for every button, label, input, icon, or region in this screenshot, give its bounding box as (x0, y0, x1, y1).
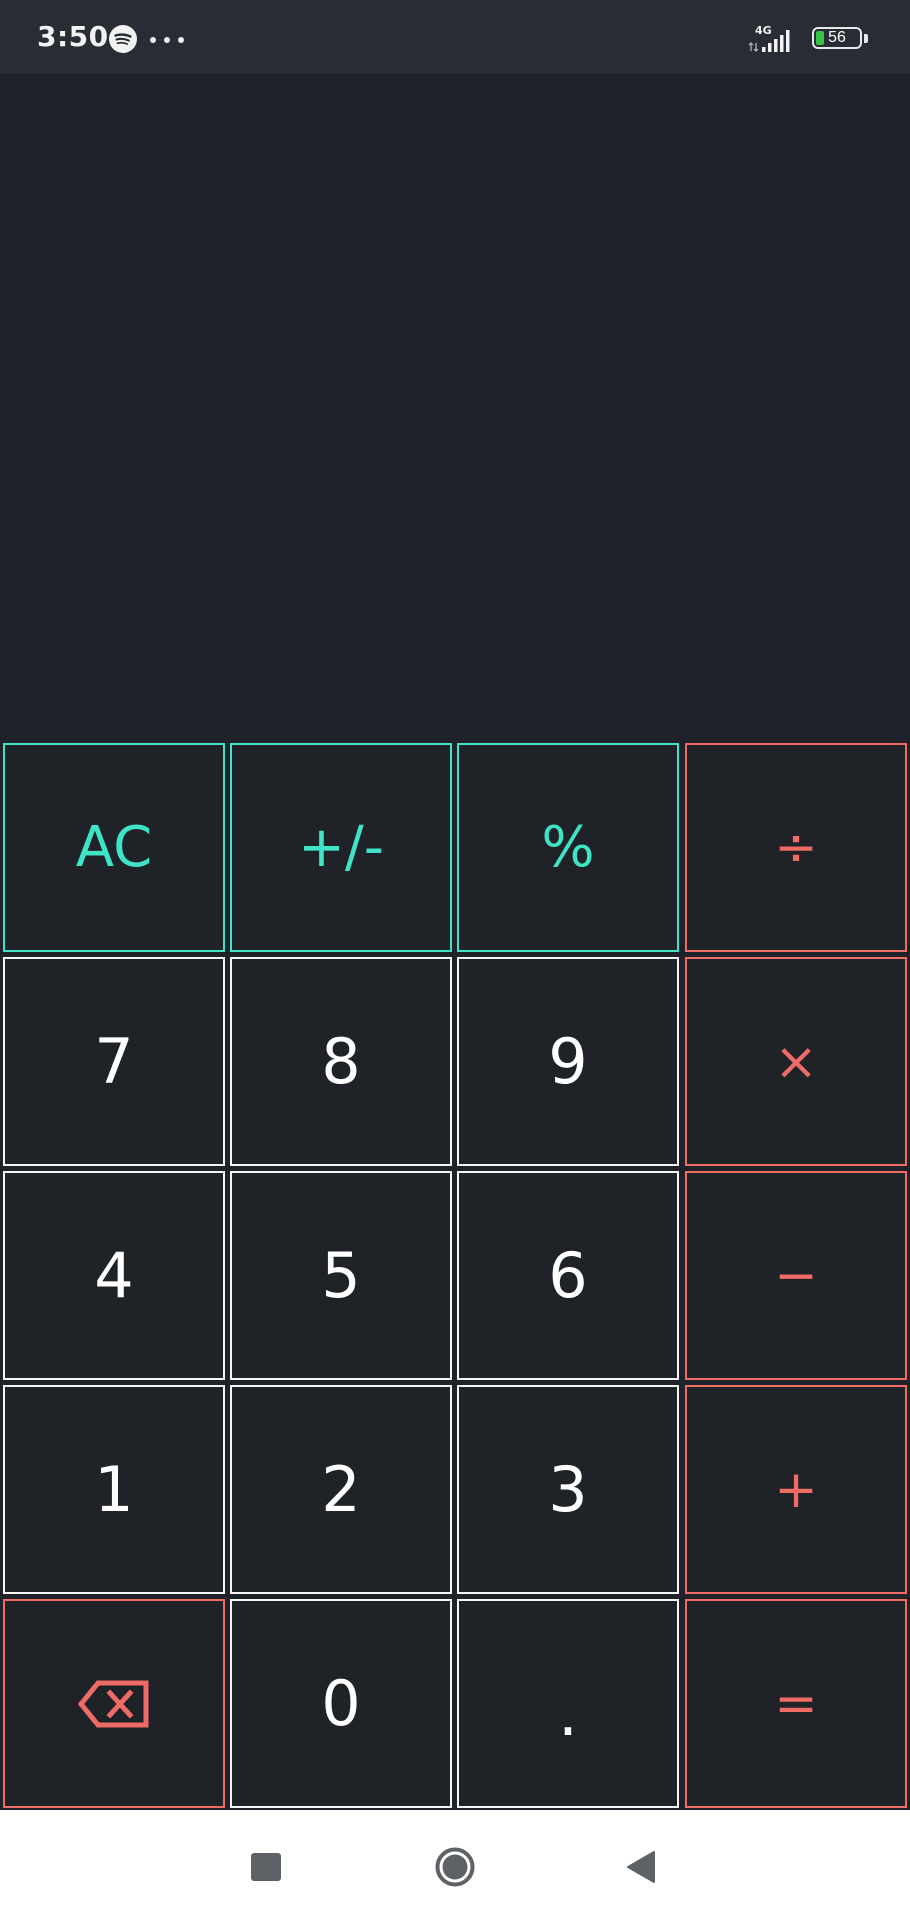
multiply-label: × (774, 1031, 818, 1092)
digit-5-button[interactable]: 5 (230, 1171, 452, 1380)
status-bar: 3:50 4G 56 (0, 0, 910, 74)
digit-6-button[interactable]: 6 (457, 1171, 679, 1380)
digit-9-button[interactable]: 9 (457, 957, 679, 1166)
multiply-button[interactable]: × (685, 957, 907, 1166)
digit-9-label: 9 (548, 1024, 588, 1098)
digit-7-label: 7 (94, 1024, 134, 1098)
digit-0-label: 0 (321, 1666, 361, 1740)
digit-2-label: 2 (321, 1452, 361, 1526)
equals-button[interactable]: = (685, 1599, 907, 1808)
backspace-icon (78, 1680, 149, 1727)
digit-3-label: 3 (548, 1452, 588, 1526)
signal-icon: 4G (748, 24, 790, 52)
digit-3-button[interactable]: 3 (457, 1385, 679, 1594)
digit-8-button[interactable]: 8 (230, 957, 452, 1166)
clear-button[interactable]: AC (3, 743, 225, 952)
more-dots-icon (150, 37, 184, 43)
minus-label: − (774, 1245, 818, 1306)
status-time: 3:50 (37, 20, 109, 53)
back-triangle-icon[interactable] (626, 1850, 656, 1884)
battery-tip (864, 34, 868, 43)
digit-1-button[interactable]: 1 (3, 1385, 225, 1594)
digit-5-label: 5 (321, 1238, 361, 1312)
backspace-button[interactable] (3, 1599, 225, 1808)
percent-label: % (541, 814, 595, 880)
battery-icon: 56 (812, 27, 870, 51)
digit-4-button[interactable]: 4 (3, 1171, 225, 1380)
divide-button[interactable]: ÷ (685, 743, 907, 952)
digit-1-label: 1 (94, 1452, 134, 1526)
percent-button[interactable]: % (457, 743, 679, 952)
clear-label: AC (75, 814, 153, 880)
battery-body: 56 (812, 27, 862, 49)
decimal-button[interactable]: . (457, 1599, 679, 1808)
digit-8-label: 8 (321, 1024, 361, 1098)
equals-label: = (774, 1673, 818, 1734)
digit-2-button[interactable]: 2 (230, 1385, 452, 1594)
spotify-icon (109, 25, 137, 53)
calculator-display (0, 74, 910, 744)
navigation-bar (0, 1810, 910, 1920)
home-circle-icon[interactable] (435, 1847, 475, 1887)
plus-button[interactable]: + (685, 1385, 907, 1594)
digit-6-label: 6 (548, 1238, 588, 1312)
digit-4-label: 4 (94, 1238, 134, 1312)
recents-square-icon[interactable] (251, 1853, 281, 1881)
divide-label: ÷ (774, 817, 818, 878)
minus-button[interactable]: − (685, 1171, 907, 1380)
network-type-label: 4G (755, 24, 772, 37)
battery-level: 56 (828, 29, 846, 46)
sign-toggle-label: +/- (298, 814, 384, 880)
digit-0-button[interactable]: 0 (230, 1599, 452, 1808)
sign-toggle-button[interactable]: +/- (230, 743, 452, 952)
plus-label: + (774, 1459, 818, 1520)
digit-7-button[interactable]: 7 (3, 957, 225, 1166)
decimal-label: . (558, 1676, 578, 1750)
keypad: AC +/- % ÷ 7 8 9 × 4 5 6 − 1 2 3 + 0 . = (0, 742, 910, 1810)
